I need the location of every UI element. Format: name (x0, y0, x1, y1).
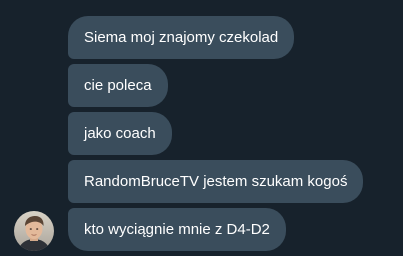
message-bubble[interactable]: Siema moj znajomy czekolad (68, 16, 295, 59)
chat-thread: Siema moj znajomy czekolad cie poleca ja… (0, 0, 403, 256)
message-bubble[interactable]: cie poleca (68, 64, 168, 107)
avatar[interactable] (14, 211, 54, 251)
message-bubble[interactable]: jako coach (68, 112, 172, 155)
message-bubble[interactable]: kto wyciągnie mnie z D4-D2 (68, 208, 286, 251)
message-bubble[interactable]: RandomBruceTV jestem szukam kogoś (68, 160, 364, 203)
user-avatar-photo-icon (14, 211, 54, 251)
